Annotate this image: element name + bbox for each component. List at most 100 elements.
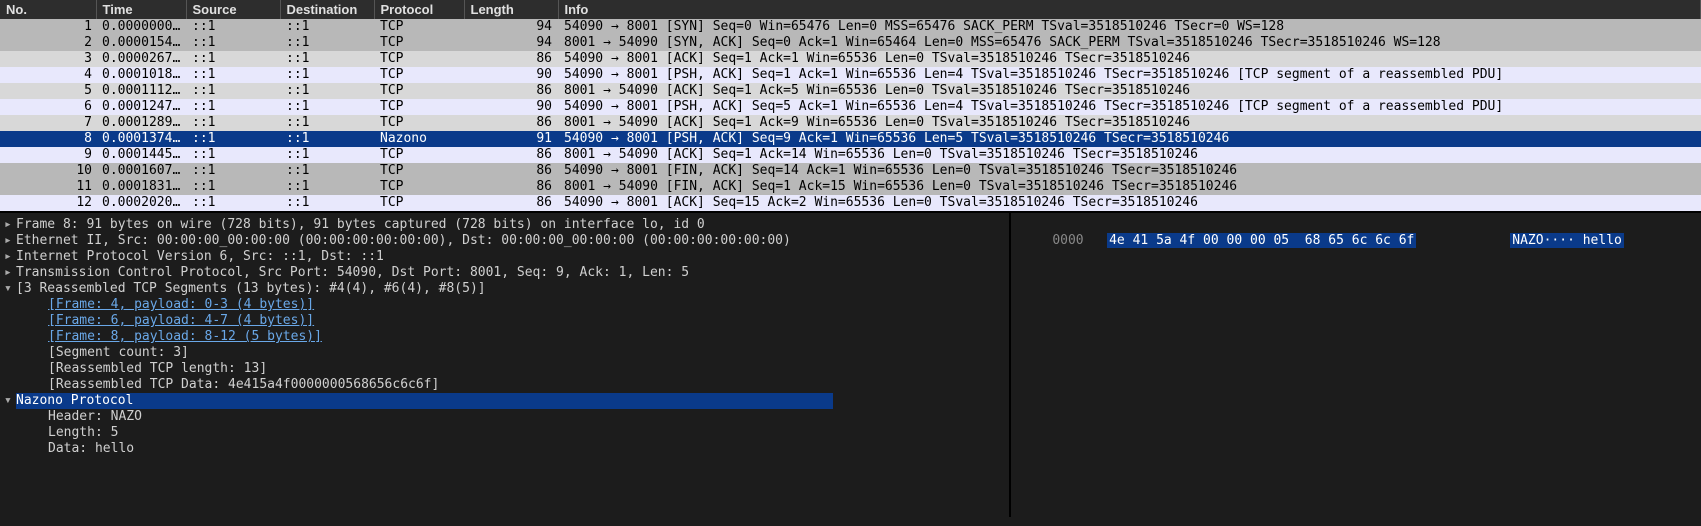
col-source-header[interactable]: Source: [186, 0, 280, 19]
cell-destination: ::1: [280, 19, 374, 35]
cell-length: 90: [464, 99, 558, 115]
ipv6-summary: Internet Protocol Version 6, Src: ::1, D…: [16, 249, 384, 264]
tree-item-segment[interactable]: [Frame: 4, payload: 0-3 (4 bytes)]: [4, 297, 1005, 313]
cell-destination: ::1: [280, 147, 374, 163]
cell-time: 0.0001112…: [96, 83, 186, 99]
cell-length: 86: [464, 83, 558, 99]
col-protocol-header[interactable]: Protocol: [374, 0, 464, 19]
packet-row[interactable]: 80.0001374…::1::1Nazono91 54090 → 8001 […: [0, 131, 1701, 147]
cell-destination: ::1: [280, 179, 374, 195]
packet-row[interactable]: 30.0000267…::1::1TCP86 54090 → 8001 [ACK…: [0, 51, 1701, 67]
cell-time: 0.0001831…: [96, 179, 186, 195]
cell-info: 54090 → 8001 [PSH, ACK] Seq=5 Ack=1 Win=…: [558, 99, 1701, 115]
cell-time: 0.0000000…: [96, 19, 186, 35]
packet-row[interactable]: 10.0000000…::1::1TCP94 54090 → 8001 [SYN…: [0, 19, 1701, 35]
cell-destination: ::1: [280, 115, 374, 131]
cell-time: 0.0001247…: [96, 99, 186, 115]
cell-info: 54090 → 8001 [SYN] Seq=0 Win=65476 Len=0…: [558, 19, 1701, 35]
packet-details-pane[interactable]: ▸Frame 8: 91 bytes on wire (728 bits), 9…: [0, 213, 1011, 517]
hex-bytes[interactable]: 4e 41 5a 4f 00 00 00 05 68 65 6c 6c 6f: [1107, 233, 1416, 248]
cell-protocol: TCP: [374, 163, 464, 179]
tree-item-segment[interactable]: [Frame: 8, payload: 8-12 (5 bytes)]: [4, 329, 1005, 345]
cell-info: 54090 → 8001 [ACK] Seq=15 Ack=2 Win=6553…: [558, 195, 1701, 211]
cell-protocol: TCP: [374, 83, 464, 99]
packet-row[interactable]: 120.0002020…::1::1TCP86 54090 → 8001 [AC…: [0, 195, 1701, 211]
cell-protocol: Nazono: [374, 131, 464, 147]
tree-item-nazono-length[interactable]: Length: 5: [4, 425, 1005, 441]
cell-no: 8: [0, 131, 96, 147]
cell-info: 54090 → 8001 [ACK] Seq=1 Ack=1 Win=65536…: [558, 51, 1701, 67]
caret-down-icon: ▾: [4, 393, 16, 409]
tree-item-tcp[interactable]: ▸Transmission Control Protocol, Src Port…: [4, 265, 1005, 281]
cell-info: 54090 → 8001 [FIN, ACK] Seq=14 Ack=1 Win…: [558, 163, 1701, 179]
tree-item-segment-count[interactable]: [Segment count: 3]: [4, 345, 1005, 361]
tree-item-nazono-header[interactable]: Header: NAZO: [4, 409, 1005, 425]
cell-length: 94: [464, 19, 558, 35]
packet-row[interactable]: 110.0001831…::1::1TCP86 8001 → 54090 [FI…: [0, 179, 1701, 195]
cell-length: 94: [464, 35, 558, 51]
cell-time: 0.0001289…: [96, 115, 186, 131]
tree-item-ipv6[interactable]: ▸Internet Protocol Version 6, Src: ::1, …: [4, 249, 1005, 265]
cell-time: 0.0001445…: [96, 147, 186, 163]
cell-protocol: TCP: [374, 115, 464, 131]
cell-source: ::1: [186, 179, 280, 195]
cell-destination: ::1: [280, 35, 374, 51]
cell-protocol: TCP: [374, 99, 464, 115]
cell-no: 7: [0, 115, 96, 131]
cell-source: ::1: [186, 83, 280, 99]
cell-length: 86: [464, 179, 558, 195]
cell-destination: ::1: [280, 131, 374, 147]
tree-item-reassembled-data[interactable]: [Reassembled TCP Data: 4e415a4f000000056…: [4, 377, 1005, 393]
tcp-summary: Transmission Control Protocol, Src Port:…: [16, 265, 689, 280]
packet-row[interactable]: 60.0001247…::1::1TCP90 54090 → 8001 [PSH…: [0, 99, 1701, 115]
cell-length: 86: [464, 51, 558, 67]
cell-no: 9: [0, 147, 96, 163]
col-info-header[interactable]: Info: [558, 0, 1701, 19]
cell-length: 86: [464, 195, 558, 211]
cell-no: 10: [0, 163, 96, 179]
tree-item-reassembled[interactable]: ▾[3 Reassembled TCP Segments (13 bytes):…: [4, 281, 1005, 297]
tree-item-nazono-data[interactable]: Data: hello: [4, 441, 1005, 457]
cell-destination: ::1: [280, 99, 374, 115]
cell-time: 0.0001374…: [96, 131, 186, 147]
tree-item-ethernet[interactable]: ▸Ethernet II, Src: 00:00:00_00:00:00 (00…: [4, 233, 1005, 249]
tree-item-nazono[interactable]: ▾Nazono Protocol: [4, 393, 1005, 409]
cell-no: 4: [0, 67, 96, 83]
cell-info: 54090 → 8001 [PSH, ACK] Seq=1 Ack=1 Win=…: [558, 67, 1701, 83]
col-length-header[interactable]: Length: [464, 0, 558, 19]
packet-row[interactable]: 90.0001445…::1::1TCP86 8001 → 54090 [ACK…: [0, 147, 1701, 163]
cell-protocol: TCP: [374, 147, 464, 163]
hex-ascii[interactable]: NAZO···· hello: [1510, 233, 1624, 248]
caret-right-icon: ▸: [4, 217, 16, 233]
cell-length: 86: [464, 115, 558, 131]
packet-bytes-pane[interactable]: 0000 4e 41 5a 4f 00 00 00 05 68 65 6c 6c…: [1011, 213, 1701, 517]
cell-info: 54090 → 8001 [PSH, ACK] Seq=9 Ack=1 Win=…: [558, 131, 1701, 147]
tree-item-frame[interactable]: ▸Frame 8: 91 bytes on wire (728 bits), 9…: [4, 217, 1005, 233]
packet-row[interactable]: 20.0000154…::1::1TCP94 8001 → 54090 [SYN…: [0, 35, 1701, 51]
cell-source: ::1: [186, 67, 280, 83]
tree-item-reassembled-length[interactable]: [Reassembled TCP length: 13]: [4, 361, 1005, 377]
col-time-header[interactable]: Time: [96, 0, 186, 19]
cell-no: 2: [0, 35, 96, 51]
packet-row[interactable]: 50.0001112…::1::1TCP86 8001 → 54090 [ACK…: [0, 83, 1701, 99]
cell-no: 5: [0, 83, 96, 99]
segment-link[interactable]: [Frame: 8, payload: 8-12 (5 bytes)]: [48, 329, 322, 344]
col-destination-header[interactable]: Destination: [280, 0, 374, 19]
cell-destination: ::1: [280, 83, 374, 99]
cell-time: 0.0000154…: [96, 35, 186, 51]
col-no-header[interactable]: No.: [0, 0, 96, 19]
cell-length: 86: [464, 163, 558, 179]
cell-time: 0.0001607…: [96, 163, 186, 179]
cell-source: ::1: [186, 147, 280, 163]
caret-down-icon: ▾: [4, 281, 16, 297]
tree-item-segment[interactable]: [Frame: 6, payload: 4-7 (4 bytes)]: [4, 313, 1005, 329]
packet-row[interactable]: 100.0001607…::1::1TCP86 54090 → 8001 [FI…: [0, 163, 1701, 179]
column-header-row[interactable]: No. Time Source Destination Protocol Len…: [0, 0, 1701, 19]
cell-destination: ::1: [280, 195, 374, 211]
packet-row[interactable]: 70.0001289…::1::1TCP86 8001 → 54090 [ACK…: [0, 115, 1701, 131]
packet-list-pane[interactable]: No. Time Source Destination Protocol Len…: [0, 0, 1701, 213]
packet-row[interactable]: 40.0001018…::1::1TCP90 54090 → 8001 [PSH…: [0, 67, 1701, 83]
cell-info: 8001 → 54090 [ACK] Seq=1 Ack=14 Win=6553…: [558, 147, 1701, 163]
segment-link[interactable]: [Frame: 6, payload: 4-7 (4 bytes)]: [48, 313, 314, 328]
segment-link[interactable]: [Frame: 4, payload: 0-3 (4 bytes)]: [48, 297, 314, 312]
